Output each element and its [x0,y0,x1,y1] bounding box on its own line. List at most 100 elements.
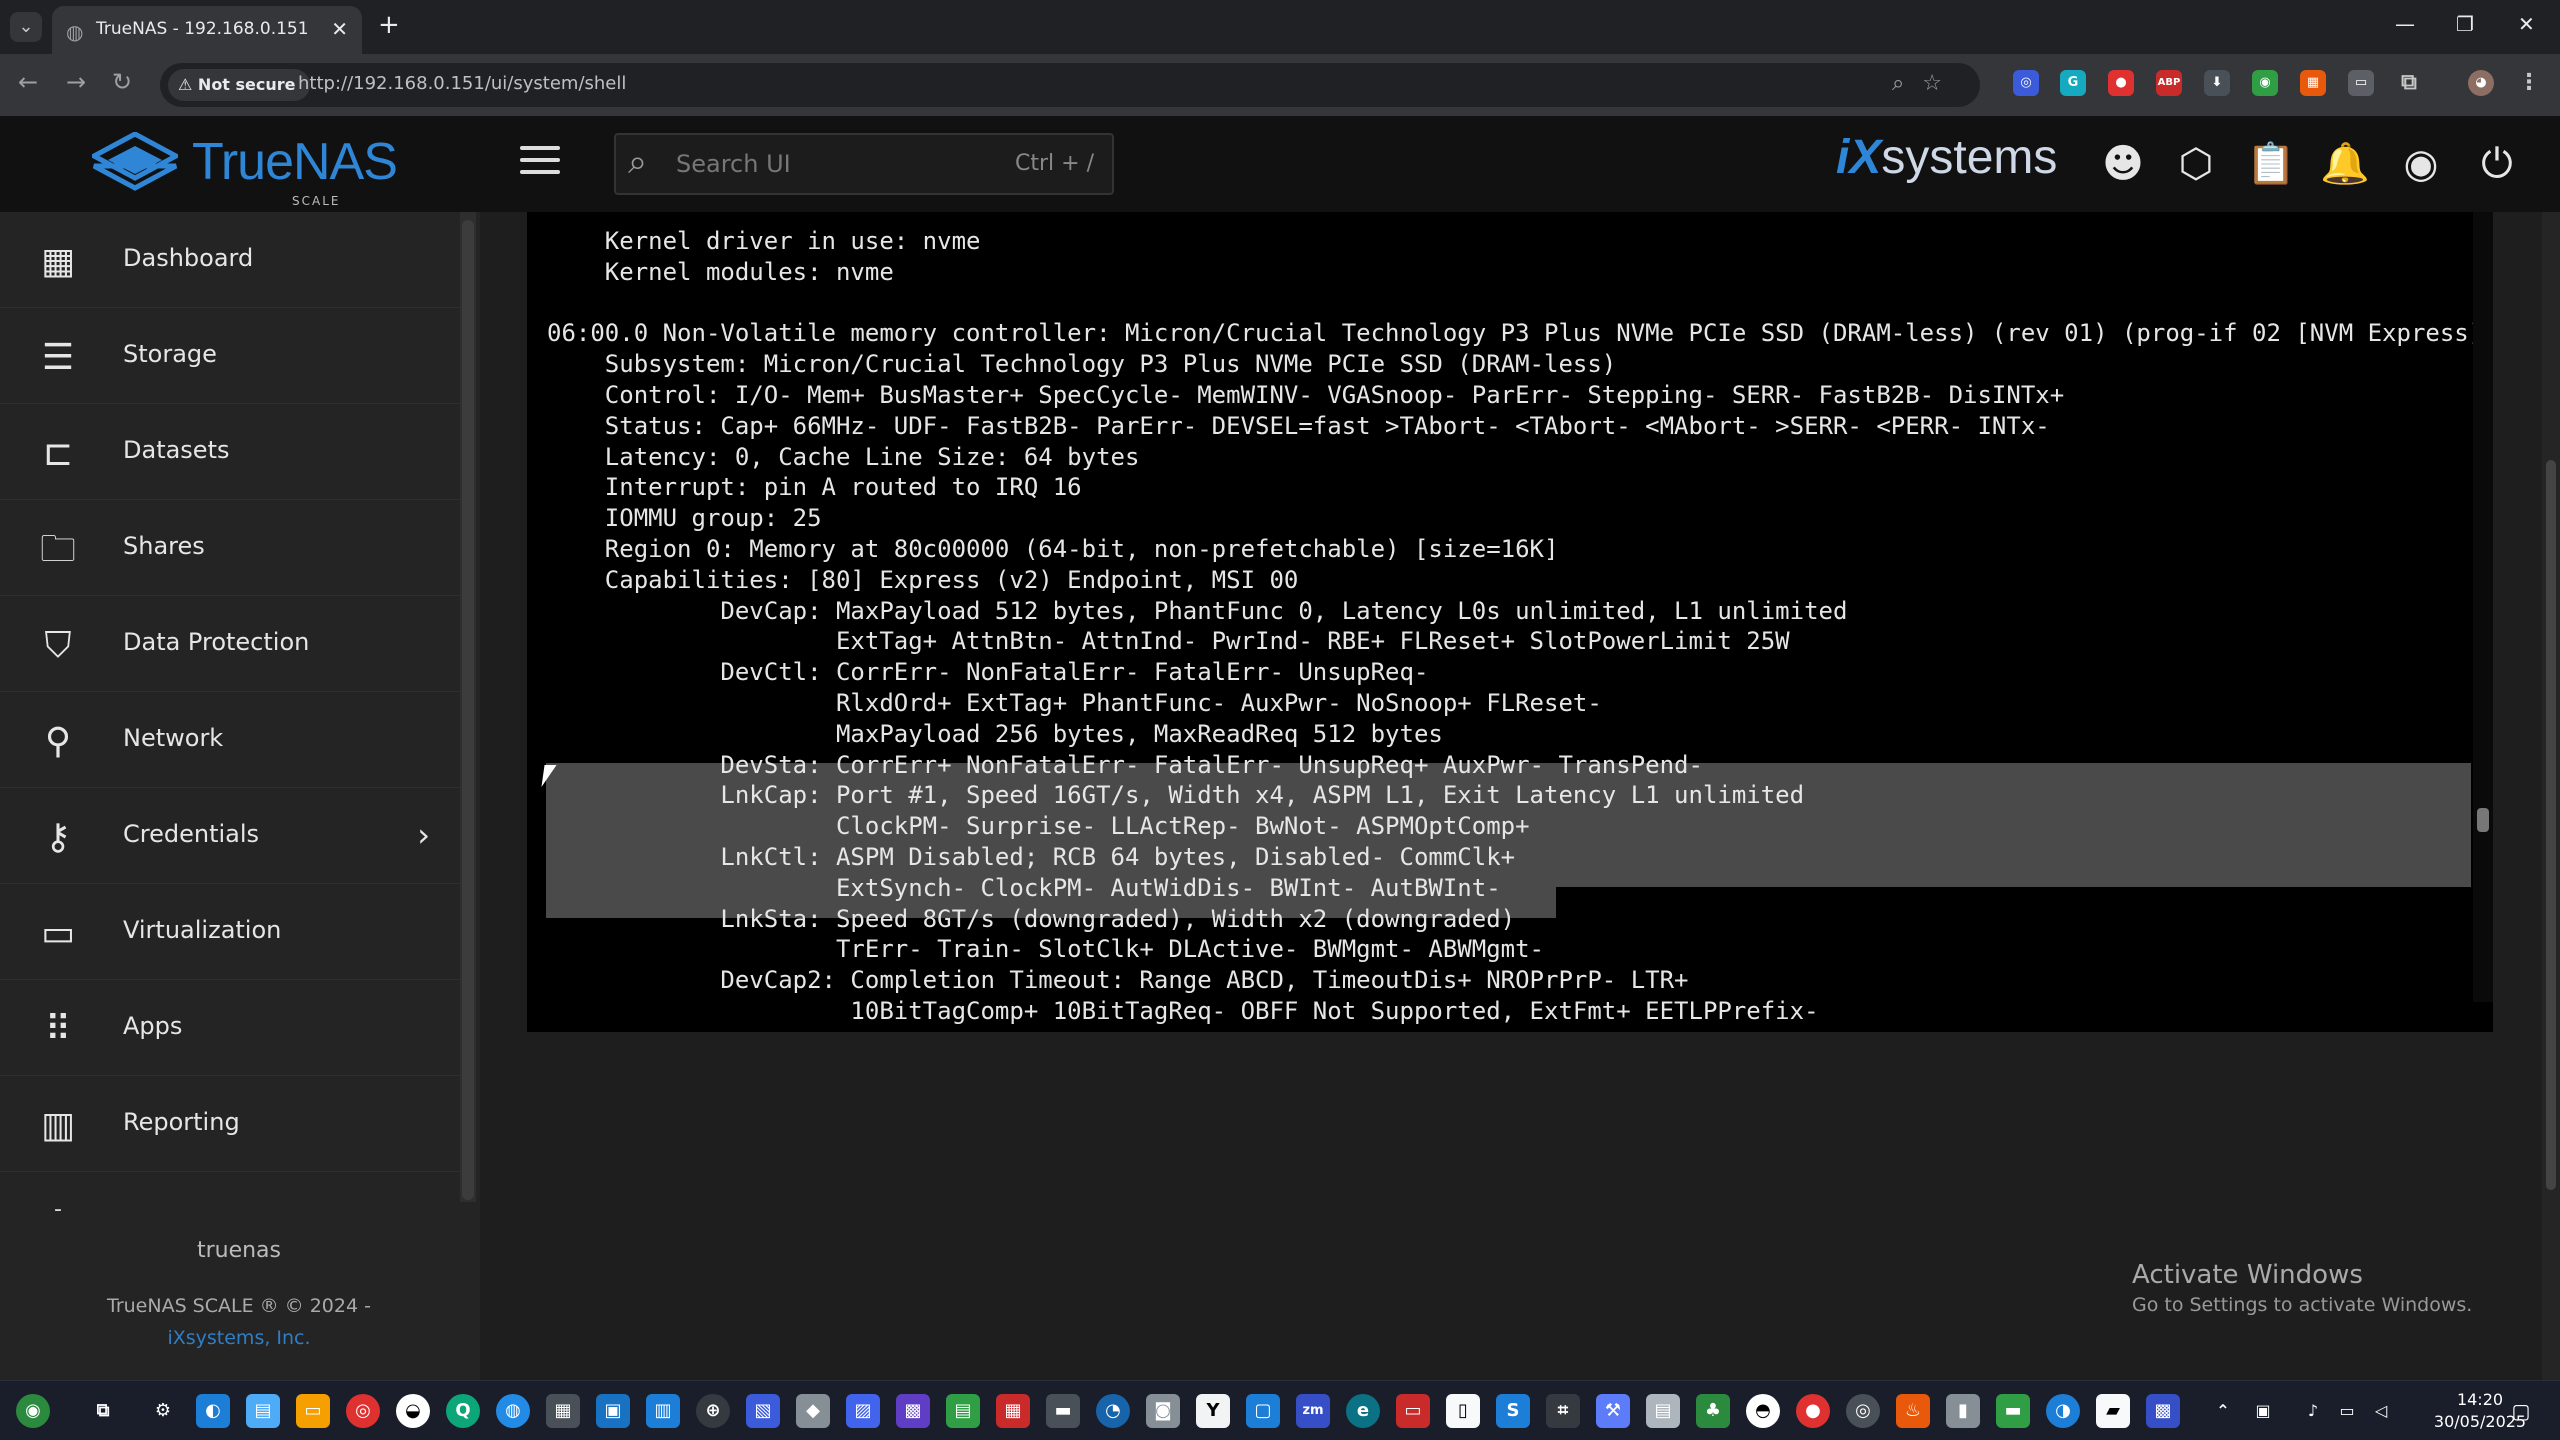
zoom-icon[interactable]: ⌕ [1892,71,1922,96]
taskbar-app-icon[interactable]: ▤ [246,1394,280,1428]
taskbar-app-icon[interactable]: ▤ [946,1394,980,1428]
url-text[interactable]: http://192.168.0.151/ui/system/shell [298,73,626,94]
power-icon[interactable]: ⏻ [2473,140,2521,188]
taskbar-app-icon[interactable]: S [1496,1394,1530,1428]
forward-icon[interactable]: → [66,68,86,96]
sidebar-item-dashboard[interactable]: ▦ Dashboard [0,212,460,308]
profile-avatar[interactable]: ◕ [2468,70,2494,96]
taskbar-app-icon[interactable]: ● [1796,1394,1830,1428]
task-view-icon[interactable]: ⧉ [86,1394,120,1428]
edge-icon[interactable]: e [1346,1394,1380,1428]
extension-icon[interactable]: G [2060,70,2086,96]
extension-icon[interactable]: ◎ [2013,70,2039,96]
sidebar-scrollbar-thumb[interactable] [462,220,474,1200]
taskbar-app-icon[interactable]: ◔ [1096,1394,1130,1428]
taskbar-app-icon[interactable]: ▢ [1246,1394,1280,1428]
file-explorer-icon[interactable]: ▭ [296,1394,330,1428]
taskbar-app-icon[interactable]: ♣ [1696,1394,1730,1428]
volume-icon[interactable]: ◁ [2364,1394,2398,1428]
adblock-icon[interactable]: ABP [2156,70,2182,96]
reload-icon[interactable]: ↻ [112,68,132,96]
taskbar-app-icon[interactable]: ▨ [846,1394,880,1428]
extension-icon[interactable]: ⬇ [2204,70,2230,96]
bell-icon[interactable]: 🔔 [2320,140,2370,188]
taskbar-app-icon[interactable]: ◎ [1846,1394,1880,1428]
shell-terminal[interactable]: Kernel driver in use: nvme Kernel module… [527,212,2498,1032]
back-icon[interactable]: ← [18,68,38,96]
start-button[interactable]: ◉ [16,1394,50,1428]
taskbar-app-icon[interactable]: ⚒ [1596,1394,1630,1428]
taskbar-app-icon[interactable]: ◒ [396,1394,430,1428]
taskbar-app-icon[interactable]: ▮ [1946,1394,1980,1428]
jobs-clipboard-icon[interactable]: 📋 [2246,140,2296,188]
taskbar-app-icon[interactable]: ♨ [1896,1394,1930,1428]
taskbar-app-icon[interactable]: Y [1196,1394,1230,1428]
sidebar-item-shares[interactable]: 🗀 Shares [0,500,460,596]
sidebar-item-reporting[interactable]: ▥ Reporting [0,1076,460,1172]
new-tab-button[interactable]: + [378,12,400,38]
tray-overflow-icon[interactable]: ⌃ [2206,1394,2240,1428]
taskbar-app-icon[interactable]: ▤ [1646,1394,1680,1428]
microphone-icon[interactable]: ♪ [2296,1394,2330,1428]
puzzle-icon[interactable]: ⧉ [2396,70,2422,96]
browser-tab[interactable]: ◍ TrueNAS - 192.168.0.151 ✕ [52,6,362,54]
sidebar-item-storage[interactable]: ☰ Storage [0,308,460,404]
settings-gear-icon[interactable]: ⚙ [146,1394,180,1428]
taskbar-app-icon[interactable]: ◐ [196,1394,230,1428]
taskbar-app-icon[interactable]: ◑ [2046,1394,2080,1428]
menu-toggle-button[interactable] [520,146,560,178]
minimize-icon[interactable]: — [2395,12,2415,36]
taskbar-app-icon[interactable]: ▦ [996,1394,1030,1428]
taskbar-app-icon[interactable]: ▯ [1446,1394,1480,1428]
sidebar-item-network[interactable]: ⚲ Network [0,692,460,788]
omnibox[interactable]: ⚠ Not secure http://192.168.0.151/ui/sys… [160,63,1980,107]
terminal-scrollbar-thumb[interactable] [2477,808,2489,832]
truenas-logo[interactable]: TrueNAS SCALE [88,131,398,208]
tray-icon[interactable]: ▣ [2246,1394,2280,1428]
taskbar-app-icon[interactable]: ⌗ [1546,1394,1580,1428]
sidebar-item-data-protection[interactable]: ⛉ Data Protection [0,596,460,692]
taskbar-app-icon[interactable]: ▭ [1396,1394,1430,1428]
chrome-icon[interactable]: ◎ [346,1394,380,1428]
taskbar-app-icon[interactable]: ▧ [746,1394,780,1428]
close-window-icon[interactable]: ✕ [2518,12,2535,36]
taskbar-app-icon[interactable]: ◍ [496,1394,530,1428]
feedback-icon[interactable]: ☻ [2099,140,2147,188]
extension-icon[interactable]: ● [2108,70,2134,96]
taskbar-app-icon[interactable]: ▩ [2146,1394,2180,1428]
search-placeholder[interactable]: Search UI [676,150,791,178]
taskbar-app-icon[interactable]: ▩ [896,1394,930,1428]
taskbar-app-icon[interactable]: ▬ [1046,1394,1080,1428]
search-ui-box[interactable]: ⌕ Search UI Ctrl + / [614,133,1114,195]
sidebar-item-credentials[interactable]: ⚷ Credentials › [0,788,460,884]
network-tray-icon[interactable]: ▭ [2330,1394,2364,1428]
taskbar-app-icon[interactable]: ◓ [1746,1394,1780,1428]
tab-search-button[interactable]: ⌄ [10,12,42,42]
taskbar-app-icon[interactable]: ▬ [1996,1394,2030,1428]
ixsystems-logo[interactable]: iXsystems [1836,130,2057,185]
truecommand-icon[interactable]: ⬡ [2172,140,2220,188]
extension-icon[interactable]: ◉ [2252,70,2278,96]
notification-icon[interactable]: ▢ [2504,1394,2538,1428]
sidebar-item-datasets[interactable]: ⊏ Datasets [0,404,460,500]
taskbar-app-icon[interactable]: ▣ [596,1394,630,1428]
extension-icon[interactable]: ▭ [2348,70,2374,96]
terminal-scrollbar[interactable] [2473,212,2493,1002]
taskbar-app-icon[interactable]: ◙ [1146,1394,1180,1428]
extension-icon[interactable]: ▦ [2300,70,2326,96]
bookmark-star-icon[interactable]: ☆ [1922,71,1960,96]
sidebar-item-virtualization[interactable]: ▭ Virtualization [0,884,460,980]
taskbar-app-icon[interactable]: ◆ [796,1394,830,1428]
taskbar-app-icon[interactable]: ▦ [546,1394,580,1428]
taskbar-app-icon[interactable]: ▥ [646,1394,680,1428]
sidebar-item-apps[interactable]: ⠿ Apps [0,980,460,1076]
taskbar-app-icon[interactable]: ⊕ [696,1394,730,1428]
account-icon[interactable]: ◉ [2397,140,2445,188]
taskbar-app-icon[interactable]: zm [1296,1394,1330,1428]
browser-menu-icon[interactable]: ⋮ [2516,70,2542,96]
close-tab-icon[interactable]: ✕ [331,17,348,41]
company-link[interactable]: iXsystems, Inc. [0,1327,478,1349]
page-scrollbar-thumb[interactable] [2546,460,2556,1190]
taskbar-app-icon[interactable]: Q [446,1394,480,1428]
not-secure-badge[interactable]: ⚠ Not secure [168,69,310,101]
